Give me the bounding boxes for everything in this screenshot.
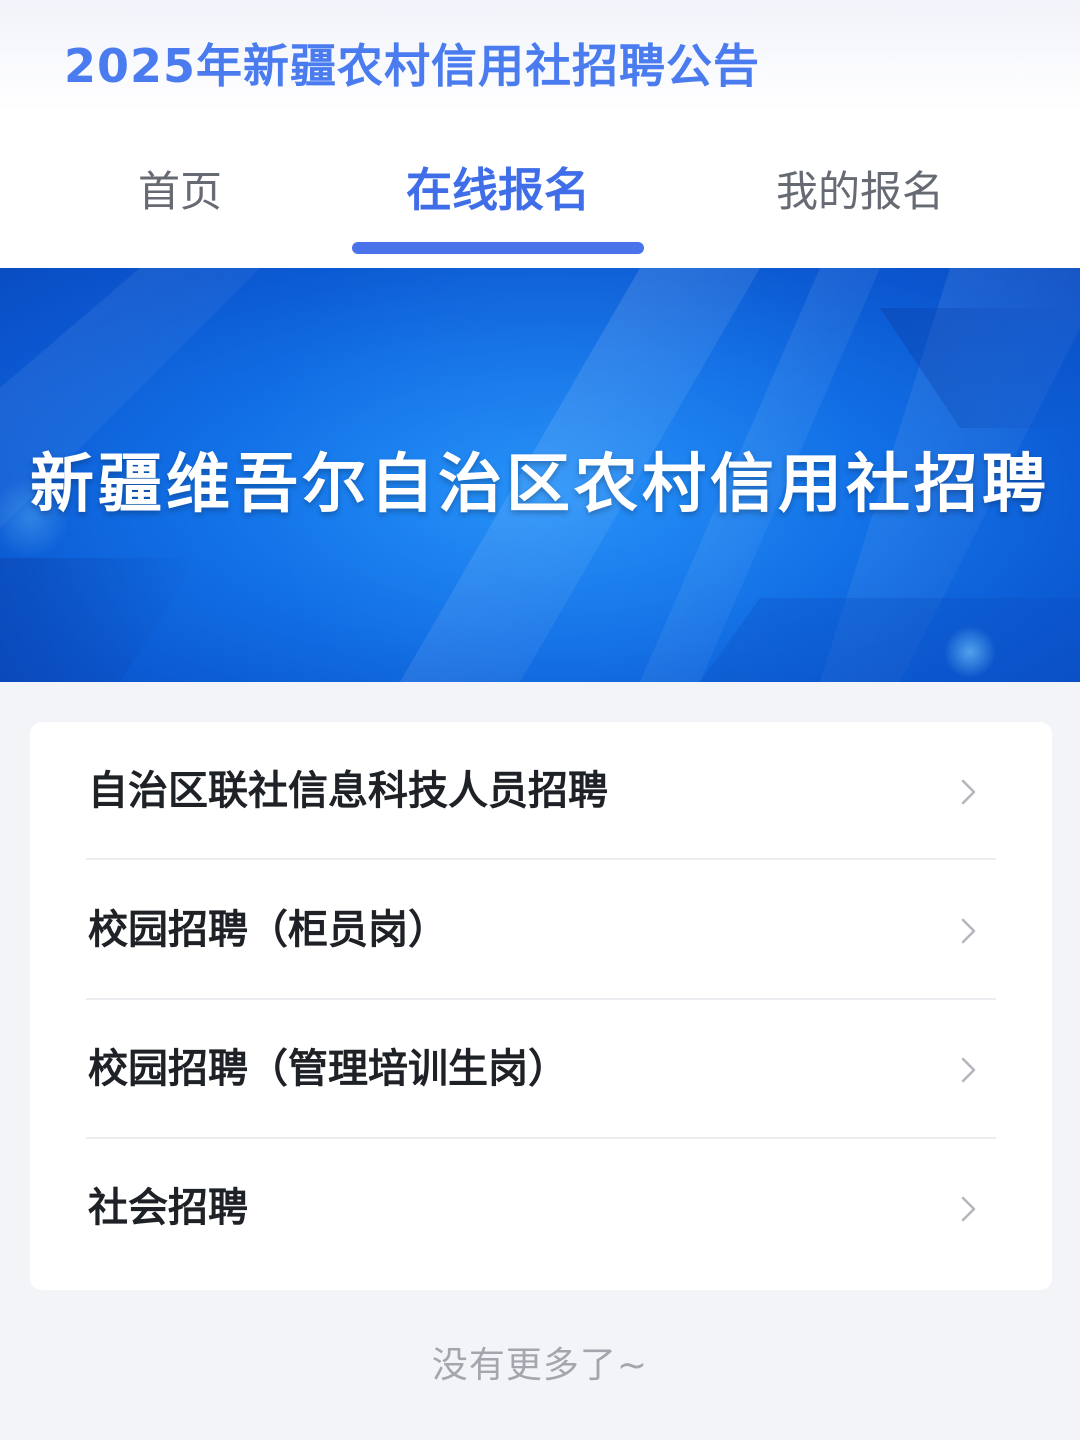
list-item-label: 校园招聘（柜员岗） xyxy=(88,907,448,953)
list-item-label: 校园招聘（管理培训生岗） xyxy=(88,1046,568,1092)
chevron-right-icon xyxy=(961,918,976,944)
tab-online-registration-label: 在线报名 xyxy=(406,163,590,217)
banner-title: 新疆维吾尔自治区农村信用社招聘 xyxy=(30,448,1050,522)
chevron-right-icon xyxy=(961,779,976,805)
tab-home-label: 首页 xyxy=(137,167,222,216)
list-item[interactable]: 自治区联社信息科技人员招聘 xyxy=(86,722,996,861)
active-tab-indicator xyxy=(352,242,644,254)
list-item[interactable]: 校园招聘（柜员岗） xyxy=(86,861,996,1000)
tab-my-registration[interactable]: 我的报名 xyxy=(740,150,980,268)
tab-home[interactable]: 首页 xyxy=(80,150,280,268)
list-item[interactable]: 社会招聘 xyxy=(86,1139,996,1278)
recruitment-list: 自治区联社信息科技人员招聘 校园招聘（柜员岗） 校园招聘（管理培训生岗） 社会招… xyxy=(30,722,1052,1290)
divider xyxy=(86,858,996,860)
header: 2025年新疆农村信用社招聘公告 首页 在线报名 我的报名 xyxy=(0,0,1080,268)
list-item-label: 社会招聘 xyxy=(88,1185,248,1231)
tab-my-registration-label: 我的报名 xyxy=(775,167,944,216)
banner: 新疆维吾尔自治区农村信用社招聘 xyxy=(0,268,1080,682)
end-of-list-note: 没有更多了~ xyxy=(431,1345,649,1386)
page: 2025年新疆农村信用社招聘公告 首页 在线报名 我的报名 新疆维吾尔自治区农村… xyxy=(0,0,1080,1440)
list-item[interactable]: 校园招聘（管理培训生岗） xyxy=(86,1000,996,1139)
page-title: 2025年新疆农村信用社招聘公告 xyxy=(64,39,761,93)
chevron-right-icon xyxy=(961,1057,976,1083)
list-item-label: 自治区联社信息科技人员招聘 xyxy=(88,768,608,814)
chevron-right-icon xyxy=(961,1196,976,1222)
